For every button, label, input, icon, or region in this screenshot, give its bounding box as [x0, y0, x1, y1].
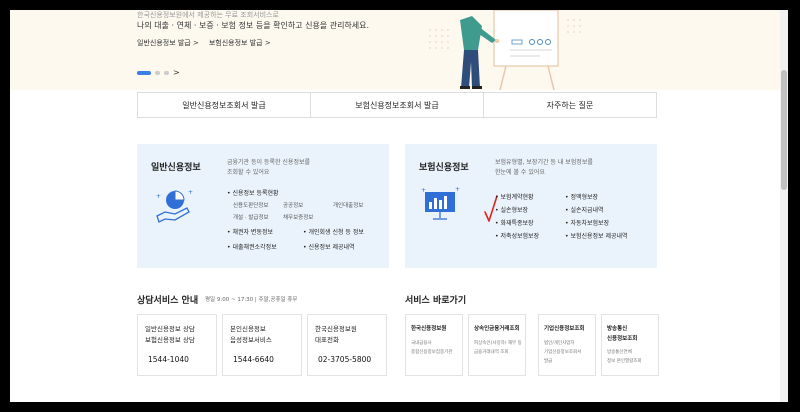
scrollbar-thumb[interactable]	[781, 70, 787, 190]
consult-box-general[interactable]: 일반신용정보 상담 보험신용정보 상담 1544-1040	[137, 314, 217, 376]
list-subitem[interactable]: 개인대출정보	[333, 201, 363, 209]
tab-faq[interactable]: 자주하는 질문	[484, 93, 656, 117]
issue-tabs: 일반신용정보조회서 발급 보험신용정보조회서 발급 자주하는 질문	[137, 92, 657, 118]
list-subitem[interactable]: 개설 · 발급정보	[233, 213, 269, 221]
carousel-next-icon[interactable]: >	[173, 68, 180, 77]
carousel-dot[interactable]	[155, 70, 160, 75]
list-item[interactable]: 실손지급내역	[565, 205, 603, 214]
list-item[interactable]: 실손형보장	[495, 205, 528, 214]
consult-hours: 평일 9:00 ~ 17:30 | 주말,공휴일 휴무	[205, 297, 298, 303]
tab-insurance-credit-report[interactable]: 보험신용정보조회서 발급	[311, 93, 484, 117]
list-subitem[interactable]: 채무보증정보	[283, 213, 313, 221]
hero-links: 일반신용정보 발급 > 보험신용정보 발급 >	[137, 38, 271, 48]
list-subitem[interactable]: 공공정보	[283, 201, 303, 209]
general-credit-card: 일반신용정보 금융기관 등이 등록한 신용정보를 조회할 수 있어요 + + 신…	[137, 144, 389, 268]
general-credit-list: 신용정보 등록현황 신용도판단정보 공공정보 개인대출정보 개설 · 발급정보 …	[137, 144, 389, 268]
list-item[interactable]: 자동차보험보장	[565, 218, 609, 227]
shortcuts-section-title: 서비스 바로가기	[405, 296, 467, 306]
list-item[interactable]: 신용정보 등록현황	[227, 188, 278, 197]
consult-box-voice[interactable]: 본인신용정보 음성정보서비스 1544-6640	[222, 314, 302, 376]
list-item[interactable]: 정액형보장	[565, 192, 598, 201]
hero-description: 나의 대출 · 연체 · 보증 · 보험 정보 등을 확인하고 신용을 관리하세…	[137, 21, 370, 30]
shortcut-telecom-credit[interactable]: 방송통신 신용정보조회 방송통신연체 정보 본인열람조회	[601, 314, 659, 376]
shortcut-kcis[interactable]: 한국신용정보원 국내금융사 종합신용정보집중기관	[405, 314, 463, 376]
list-item[interactable]: 채권자 변동정보	[227, 227, 273, 236]
consult-section-title: 상담서비스 안내	[137, 296, 199, 306]
list-item[interactable]: 신용정보 제공내역	[303, 242, 354, 251]
carousel-dot-active[interactable]	[137, 70, 151, 75]
presenter-illustration	[429, 10, 581, 90]
shortcut-corporate-credit[interactable]: 기업신용정보조회 법인/개인사업자 기업신용정보조회서 발급	[538, 314, 596, 376]
list-item[interactable]: 보험계약현황	[495, 192, 533, 201]
phone-number[interactable]: 1544-6640	[233, 355, 274, 364]
insurance-credit-issue-link[interactable]: 보험신용정보 발급 >	[209, 38, 271, 48]
list-item[interactable]: 개인회생 신청 등 정보	[303, 227, 363, 236]
list-subitem[interactable]: 신용도판단정보	[233, 201, 268, 209]
phone-number[interactable]: 02-3705-5800	[318, 355, 371, 364]
list-item[interactable]: 대출채권소각정보	[227, 242, 276, 251]
insurance-credit-card: 보험신용정보 보험유형별, 보장기간 등 내 보험정보를 한눈에 볼 수 있어요…	[405, 144, 657, 268]
tab-general-credit-report[interactable]: 일반신용정보조회서 발급	[138, 93, 311, 117]
hero-faded-text: 한국신용정보원에서 제공하는 무료 조회서비스로	[137, 11, 279, 19]
consult-box-main[interactable]: 한국신용정보원 대표전화 02-3705-5800	[307, 314, 387, 376]
shortcut-inheritance[interactable]: 상속인금융거래조회 피상속인(사망자) 재무 등 금융거래내역 조회	[468, 314, 526, 376]
list-item[interactable]: 화재특종보장	[495, 218, 533, 227]
list-item[interactable]: 보험신용정보 제공내역	[565, 231, 627, 240]
carousel-dot[interactable]	[164, 70, 169, 75]
phone-number[interactable]: 1544-1040	[148, 355, 189, 364]
hero-banner: 한국신용정보원에서 제공하는 무료 조회서비스로 나의 대출 · 연체 · 보증…	[10, 10, 780, 90]
general-credit-issue-link[interactable]: 일반신용정보 발급 >	[137, 38, 199, 48]
insurance-credit-list: 보험계약현황 정액형보장 실손형보장 실손지급내역 화재특종보장 자동차보험보장…	[405, 144, 657, 268]
page-viewport: 한국신용정보원에서 제공하는 무료 조회서비스로 나의 대출 · 연체 · 보증…	[10, 10, 788, 402]
carousel-pagination: >	[137, 68, 180, 77]
list-item[interactable]: 저축성보험보장	[495, 231, 539, 240]
vertical-scrollbar[interactable]	[780, 10, 788, 402]
